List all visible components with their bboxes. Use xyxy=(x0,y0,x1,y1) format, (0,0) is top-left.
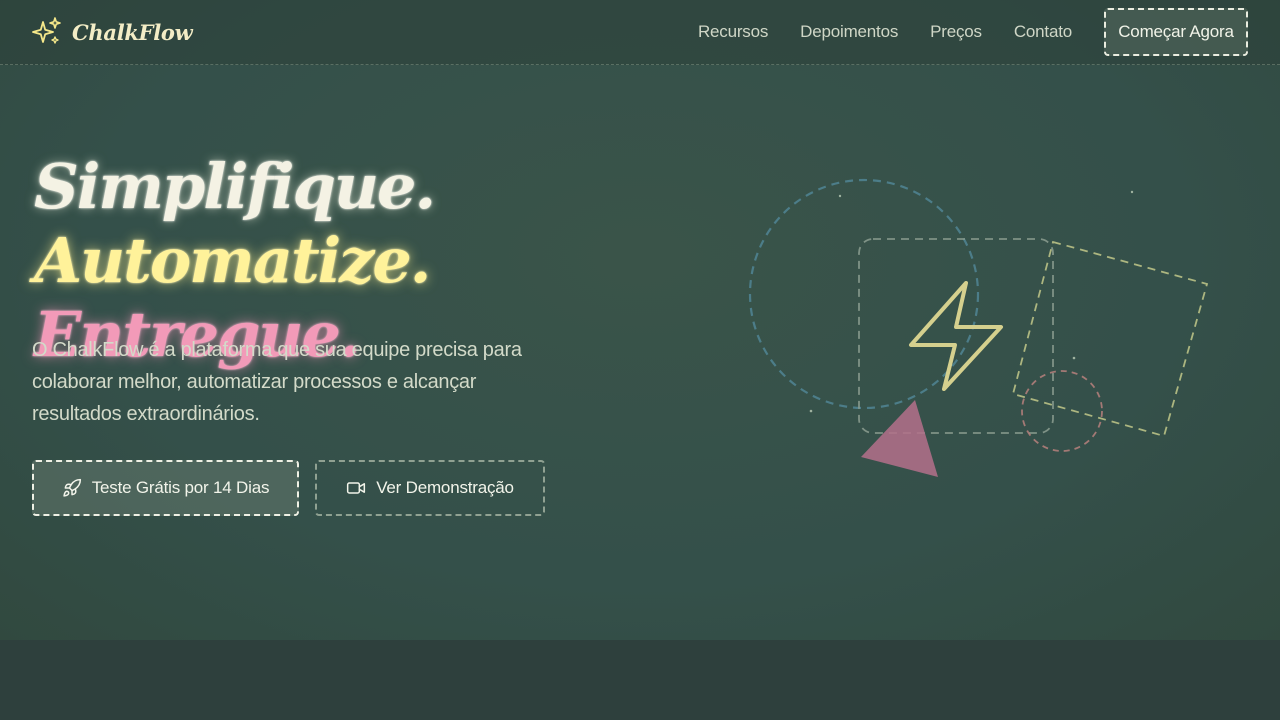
start-now-button[interactable]: Começar Agora xyxy=(1104,8,1248,56)
brand-name: ChalkFlow xyxy=(72,19,193,45)
sparkles-icon xyxy=(32,17,61,44)
nav-link-contato[interactable]: Contato xyxy=(1014,22,1072,42)
chalk-dot xyxy=(809,409,813,413)
dashed-circle-small xyxy=(1021,370,1103,452)
dashed-rounded-square xyxy=(858,238,1054,434)
free-trial-label: Teste Grátis por 14 Dias xyxy=(91,478,270,497)
dashed-tilted-square xyxy=(1011,240,1209,438)
free-trial-button[interactable]: Teste Grátis por 14 Dias xyxy=(32,460,299,516)
watch-demo-label: Ver Demonstração xyxy=(376,478,514,497)
pink-triangle xyxy=(861,400,938,477)
nav-link-recursos[interactable]: Recursos xyxy=(698,22,768,42)
chalk-dot xyxy=(1072,356,1076,360)
chalk-dot xyxy=(1130,190,1134,194)
headline-automate: Automatize. xyxy=(34,224,431,297)
video-camera-icon xyxy=(347,482,366,494)
chalk-dot xyxy=(838,194,842,198)
rocket-icon xyxy=(63,478,81,497)
top-navigation: ChalkFlow Recursos Depoimentos Preços Co… xyxy=(0,0,1280,65)
nav-links: Recursos Depoimentos Preços Contato xyxy=(698,0,1072,64)
lightning-bolt-icon xyxy=(909,281,1003,391)
dashed-circle-large xyxy=(748,178,980,410)
nav-link-depoimentos[interactable]: Depoimentos xyxy=(800,22,898,42)
headline-simplify: Simplifique. xyxy=(34,150,436,223)
footer-band xyxy=(0,640,1280,720)
hero-illustration xyxy=(748,178,1209,477)
nav-link-precos[interactable]: Preços xyxy=(930,22,982,42)
brand-logo[interactable]: ChalkFlow xyxy=(32,16,193,48)
hero-subtitle: O ChalkFlow é a plataforma que sua equip… xyxy=(32,339,522,425)
watch-demo-button[interactable]: Ver Demonstração xyxy=(315,460,545,516)
